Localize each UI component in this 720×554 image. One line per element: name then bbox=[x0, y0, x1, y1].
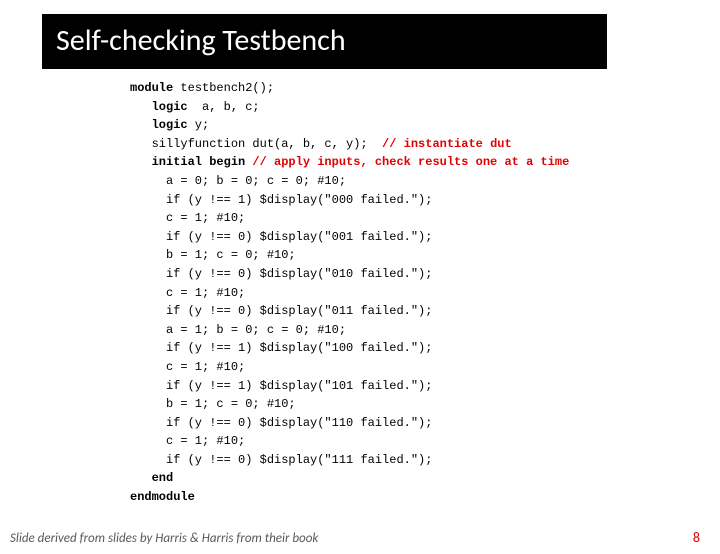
code-text: a, b, c; bbox=[188, 100, 260, 114]
code-text: if (y !== 0) $display("010 failed."); bbox=[130, 267, 432, 281]
code-text: b = 1; c = 0; #10; bbox=[130, 397, 296, 411]
code-text: if (y !== 0) $display("001 failed."); bbox=[130, 230, 432, 244]
code-text: a = 1; b = 0; c = 0; #10; bbox=[130, 323, 346, 337]
code-keyword: logic bbox=[130, 100, 188, 114]
code-text: y; bbox=[188, 118, 210, 132]
code-text: testbench2(); bbox=[173, 81, 274, 95]
code-keyword: logic bbox=[130, 118, 188, 132]
code-text: c = 1; #10; bbox=[130, 360, 245, 374]
footer-attribution: Slide derived from slides by Harris & Ha… bbox=[10, 531, 318, 546]
code-text: if (y !== 1) $display("000 failed."); bbox=[130, 193, 432, 207]
slide-title: Self-checking Testbench bbox=[42, 14, 607, 69]
page-number: 8 bbox=[693, 529, 700, 546]
code-comment: // instantiate dut bbox=[382, 137, 512, 151]
code-text: if (y !== 1) $display("101 failed."); bbox=[130, 379, 432, 393]
code-text: c = 1; #10; bbox=[130, 286, 245, 300]
code-keyword: initial begin bbox=[130, 155, 252, 169]
code-text: if (y !== 0) $display("110 failed."); bbox=[130, 416, 432, 430]
code-keyword: end bbox=[130, 471, 173, 485]
code-text: a = 0; b = 0; c = 0; #10; bbox=[130, 174, 346, 188]
code-keyword: endmodule bbox=[130, 490, 195, 504]
code-text: c = 1; #10; bbox=[130, 211, 245, 225]
code-text: if (y !== 0) $display("111 failed."); bbox=[130, 453, 432, 467]
code-text: c = 1; #10; bbox=[130, 434, 245, 448]
code-text: if (y !== 0) $display("011 failed."); bbox=[130, 304, 432, 318]
code-block: module testbench2(); logic a, b, c; logi… bbox=[130, 79, 720, 507]
code-text: b = 1; c = 0; #10; bbox=[130, 248, 296, 262]
code-keyword: module bbox=[130, 81, 173, 95]
code-text: sillyfunction dut(a, b, c, y); bbox=[130, 137, 382, 151]
code-text: if (y !== 1) $display("100 failed."); bbox=[130, 341, 432, 355]
code-comment: // apply inputs, check results one at a … bbox=[252, 155, 569, 169]
